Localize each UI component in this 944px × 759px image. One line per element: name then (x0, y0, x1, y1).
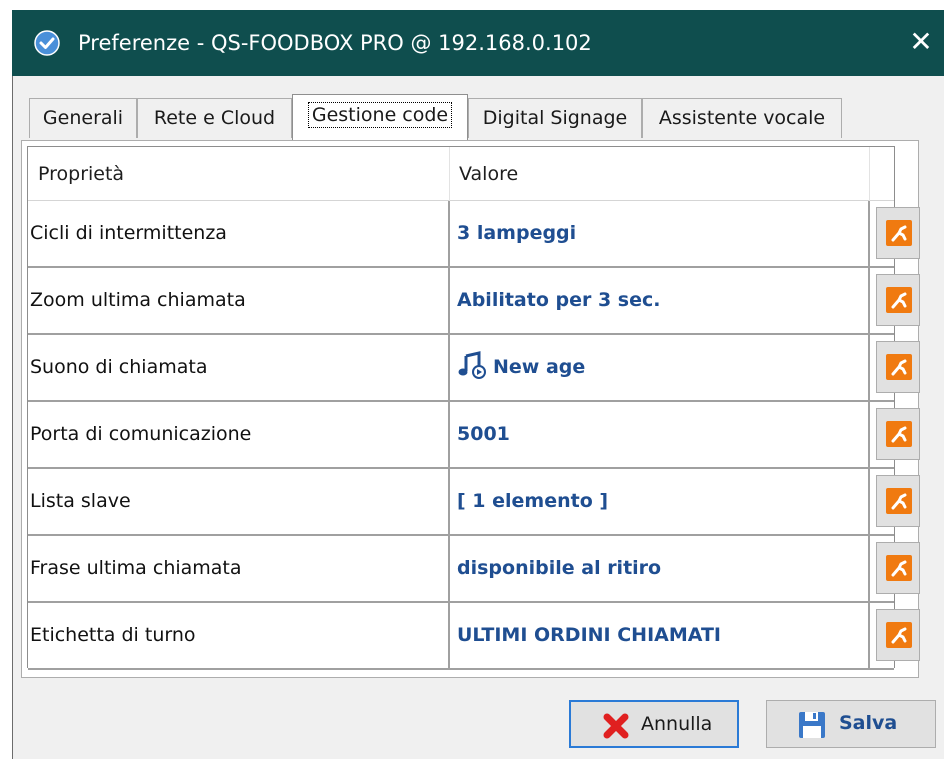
floppy-disk-icon (799, 712, 825, 738)
close-icon: ✕ (909, 25, 933, 58)
column-header-value[interactable]: Valore (450, 147, 870, 201)
grid-header: Proprietà Valore (28, 147, 894, 201)
wrench-edit-icon (886, 622, 912, 648)
table-row[interactable]: Lista slave [ 1 elemento ] (28, 469, 920, 536)
tab-label: Digital Signage (482, 107, 628, 129)
close-button[interactable]: ✕ (898, 10, 944, 76)
property-value[interactable]: disponibile al ritiro (450, 536, 870, 601)
property-name: Zoom ultima chiamata (28, 268, 450, 333)
edit-button[interactable] (876, 274, 920, 326)
property-name: Etichetta di turno (28, 603, 450, 668)
edit-button[interactable] (876, 207, 920, 259)
property-name: Frase ultima chiamata (28, 536, 450, 601)
property-name: Porta di comunicazione (28, 402, 450, 467)
tab-label: Rete e Cloud (153, 107, 276, 129)
edit-button[interactable] (876, 609, 920, 661)
property-value[interactable]: 5001 (450, 402, 870, 467)
grid-rows: Cicli di intermittenza 3 lampeggi Zoom u… (28, 201, 920, 670)
wrench-edit-icon (886, 555, 912, 581)
edit-button[interactable] (876, 542, 920, 594)
wrench-edit-icon (886, 287, 912, 313)
edit-button[interactable] (876, 475, 920, 527)
tab-digital-signage[interactable]: Digital Signage (468, 98, 642, 138)
property-name: Cicli di intermittenza (28, 201, 450, 266)
edit-button[interactable] (876, 408, 920, 460)
property-value[interactable]: New age (450, 335, 870, 400)
save-button[interactable]: Salva (766, 700, 936, 748)
table-row[interactable]: Cicli di intermittenza 3 lampeggi (28, 201, 920, 268)
wrench-edit-icon (886, 488, 912, 514)
red-x-icon (603, 713, 629, 739)
table-row[interactable]: Suono di chiamata New age (28, 335, 920, 402)
property-value[interactable]: [ 1 elemento ] (450, 469, 870, 534)
property-grid: Proprietà Valore Cicli di intermittenza … (27, 146, 920, 670)
cancel-label: Annulla (641, 713, 713, 735)
table-row[interactable]: Frase ultima chiamata disponibile al rit… (28, 536, 920, 603)
tab-generali[interactable]: Generali (29, 98, 137, 138)
app-icon (34, 30, 60, 56)
property-name: Suono di chiamata (28, 335, 450, 400)
table-row[interactable]: Porta di comunicazione 5001 (28, 402, 920, 469)
wrench-edit-icon (886, 421, 912, 447)
table-row[interactable]: Zoom ultima chiamata Abilitato per 3 sec… (28, 268, 920, 335)
tab-rete-e-cloud[interactable]: Rete e Cloud (137, 98, 292, 138)
property-name: Lista slave (28, 469, 450, 534)
wrench-edit-icon (886, 220, 912, 246)
property-value[interactable]: ULTIMI ORDINI CHIAMATI (450, 603, 870, 668)
title-bar: Preferenze - QS-FOODBOX PRO @ 192.168.0.… (12, 10, 944, 76)
column-header-action (870, 147, 894, 201)
cancel-button[interactable]: Annulla (569, 700, 739, 748)
sound-name: New age (493, 356, 586, 378)
property-value[interactable]: Abilitato per 3 sec. (450, 268, 870, 333)
save-label: Salva (839, 712, 898, 734)
tab-label: Gestione code (307, 102, 453, 128)
tab-gestione-code[interactable]: Gestione code (292, 94, 468, 140)
wrench-edit-icon (886, 354, 912, 380)
tab-label: Generali (42, 107, 124, 129)
column-header-property[interactable]: Proprietà (28, 147, 450, 201)
property-value[interactable]: 3 lampeggi (450, 201, 870, 266)
window-title: Preferenze - QS-FOODBOX PRO @ 192.168.0.… (78, 31, 592, 55)
tab-assistente-vocale[interactable]: Assistente vocale (642, 98, 842, 138)
table-row[interactable]: Etichetta di turno ULTIMI ORDINI CHIAMAT… (28, 603, 920, 670)
music-note-icon (458, 350, 486, 379)
tab-label: Assistente vocale (658, 107, 826, 129)
edit-button[interactable] (876, 341, 920, 393)
